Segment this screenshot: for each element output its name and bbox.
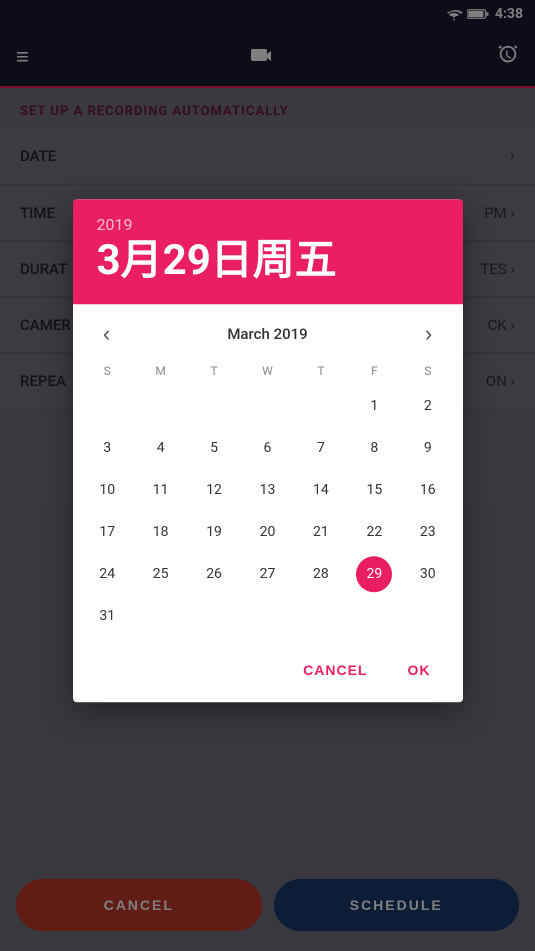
week-6: 31 (81, 596, 455, 636)
day-5[interactable]: 5 (196, 430, 232, 466)
day-25[interactable]: 25 (143, 556, 179, 592)
day-24[interactable]: 24 (89, 556, 125, 592)
day-empty (356, 598, 392, 634)
day-6[interactable]: 6 (249, 430, 285, 466)
dow-sun: S (81, 360, 134, 382)
dialog-cancel-button[interactable]: CANCEL (287, 654, 383, 686)
calendar-nav: ‹ March 2019 › (81, 304, 455, 360)
day-empty (249, 598, 285, 634)
day-16[interactable]: 16 (410, 472, 446, 508)
day-8[interactable]: 8 (356, 430, 392, 466)
day-empty (89, 388, 125, 424)
dialog-year: 2019 (97, 215, 439, 234)
next-month-button[interactable]: › (411, 316, 447, 352)
week-4: 17 18 19 20 21 22 23 (81, 512, 455, 552)
day-empty (303, 388, 339, 424)
day-29-selected[interactable]: 29 (356, 556, 392, 592)
day-empty (143, 388, 179, 424)
day-empty (196, 388, 232, 424)
calendar-dialog: 2019 3月29日周五 ‹ March 2019 › S M T W T F … (73, 199, 463, 702)
day-11[interactable]: 11 (143, 472, 179, 508)
day-9[interactable]: 9 (410, 430, 446, 466)
week-5: 24 25 26 27 28 29 30 (81, 554, 455, 594)
day-empty (196, 598, 232, 634)
days-of-week-row: S M T W T F S (81, 360, 455, 382)
prev-month-button[interactable]: ‹ (89, 316, 125, 352)
day-4[interactable]: 4 (143, 430, 179, 466)
week-1: 1 2 (81, 386, 455, 426)
day-empty (249, 388, 285, 424)
day-22[interactable]: 22 (356, 514, 392, 550)
dow-fri: F (348, 360, 401, 382)
day-empty (143, 598, 179, 634)
calendar-grid: S M T W T F S 1 2 3 4 5 (81, 360, 455, 636)
dow-wed: W (241, 360, 294, 382)
dialog-header: 2019 3月29日周五 (73, 199, 463, 304)
day-empty (303, 598, 339, 634)
day-28[interactable]: 28 (303, 556, 339, 592)
day-26[interactable]: 26 (196, 556, 232, 592)
day-18[interactable]: 18 (143, 514, 179, 550)
day-23[interactable]: 23 (410, 514, 446, 550)
day-31[interactable]: 31 (89, 598, 125, 634)
day-20[interactable]: 20 (249, 514, 285, 550)
dow-mon: M (134, 360, 187, 382)
day-7[interactable]: 7 (303, 430, 339, 466)
calendar-month-label: March 2019 (227, 325, 307, 343)
day-21[interactable]: 21 (303, 514, 339, 550)
day-empty (410, 598, 446, 634)
day-15[interactable]: 15 (356, 472, 392, 508)
calendar-container: ‹ March 2019 › S M T W T F S 1 (73, 304, 463, 646)
dialog-actions: CANCEL OK (73, 646, 463, 702)
day-17[interactable]: 17 (89, 514, 125, 550)
day-30[interactable]: 30 (410, 556, 446, 592)
dow-tue: T (187, 360, 240, 382)
day-19[interactable]: 19 (196, 514, 232, 550)
day-12[interactable]: 12 (196, 472, 232, 508)
dialog-date-display: 3月29日周五 (97, 238, 439, 284)
day-1[interactable]: 1 (356, 388, 392, 424)
day-10[interactable]: 10 (89, 472, 125, 508)
dow-thu: T (294, 360, 347, 382)
day-2[interactable]: 2 (410, 388, 446, 424)
day-3[interactable]: 3 (89, 430, 125, 466)
day-13[interactable]: 13 (249, 472, 285, 508)
day-27[interactable]: 27 (249, 556, 285, 592)
dialog-ok-button[interactable]: OK (392, 654, 447, 686)
dow-sat: S (401, 360, 454, 382)
day-14[interactable]: 14 (303, 472, 339, 508)
week-3: 10 11 12 13 14 15 16 (81, 470, 455, 510)
week-2: 3 4 5 6 7 8 9 (81, 428, 455, 468)
